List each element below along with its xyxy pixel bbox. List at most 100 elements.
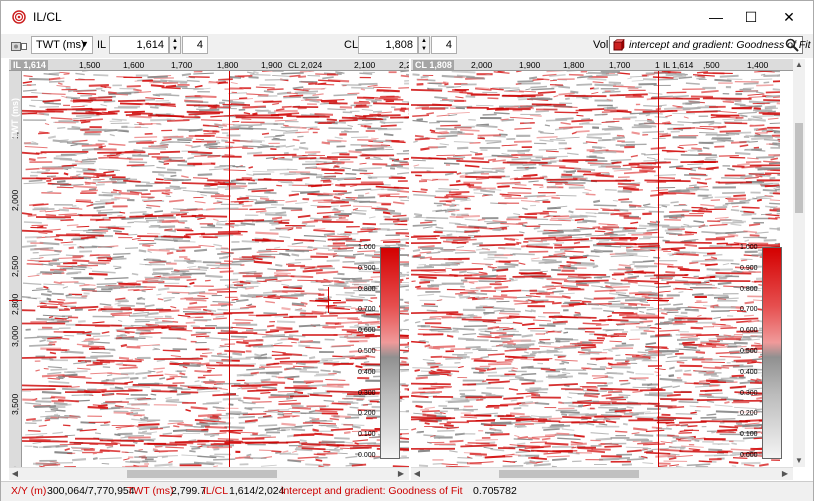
colorbar-label: 0.900 (740, 264, 758, 272)
seismic-image[interactable] (411, 71, 780, 467)
crossline-section-panel[interactable]: 2,000 1,900 1,800 1,700 1 IL 1,614 ,500 … (411, 59, 793, 467)
tick-label: 1,800 (217, 60, 239, 70)
scroll-left-icon[interactable]: ◀ (9, 468, 21, 480)
vertical-scrollbar[interactable]: ▲ ▼ (793, 59, 805, 467)
seismic-target-icon (12, 10, 26, 24)
horizontal-scrollbar-right[interactable]: ◀ ▶ (411, 467, 793, 480)
colorbar-gradient (762, 247, 782, 459)
status-xy-label: X/Y (m) (11, 485, 47, 497)
cl-spinner[interactable]: ▲ ▼ (418, 36, 430, 54)
minimize-icon: — (709, 9, 723, 25)
spin-down-icon[interactable]: ▼ (171, 45, 179, 53)
colorbar-label: 1.000 (740, 244, 758, 251)
tick-label: 2,000 (10, 189, 20, 211)
cl-step-input[interactable]: 4 (431, 36, 457, 54)
colorbar-label: 0.100 (740, 431, 758, 439)
scroll-left-icon[interactable]: ◀ (411, 468, 423, 480)
cl-step-value: 4 (445, 39, 452, 51)
maximize-icon: ☐ (744, 8, 758, 25)
il-input[interactable]: 1,614 (109, 36, 169, 54)
cursor-crosshair (647, 300, 669, 301)
tick-label: 3,500 (10, 393, 20, 415)
colorbar-gradient (380, 247, 400, 459)
tick-label: 3,000 (10, 325, 20, 347)
colorbar-label: 0.700 (740, 306, 758, 314)
il-spinner[interactable]: ▲ ▼ (169, 36, 181, 54)
colorbar-label: 0.800 (740, 285, 758, 293)
status-xy-value: 300,064/7,770,954 (47, 485, 135, 497)
colorbar-label: 0.400 (358, 368, 376, 376)
ilcl-window: IL/CL — ☐ ✕ TWT (ms) ▼ IL 1,614 ▲ ▼ 4 CL… (0, 0, 814, 501)
panel-label: IL 1,614 (11, 60, 48, 70)
scroll-right-icon[interactable]: ▶ (779, 468, 791, 480)
inline-marker (658, 71, 659, 467)
tick-label: 2,100 (354, 60, 376, 70)
vol-label: Vol (593, 39, 609, 51)
domain-select[interactable]: TWT (ms) ▼ (31, 36, 93, 54)
colorbar-label: 0.500 (358, 348, 376, 355)
scroll-up-icon[interactable]: ▲ (793, 59, 805, 71)
time-marker (9, 300, 22, 301)
tick-label: IL 1,614 (663, 60, 694, 70)
colorbar: 1.000 0.900 0.800 0.700 0.600 0.500 0.400 0.300… (740, 244, 793, 459)
top-axis: 1,500 1,600 1,700 1,800 1,900 CL 2,024 2… (9, 59, 409, 71)
crossline-marker (229, 71, 230, 467)
colorbar-label: 0.700 (358, 306, 376, 314)
scroll-down-icon[interactable]: ▼ (793, 455, 805, 467)
toolbar: TWT (ms) ▼ IL 1,614 ▲ ▼ 4 CL 1,808 ▲ ▼ 4… (1, 34, 813, 58)
tick-label: CL 2,024 (288, 60, 323, 70)
colorbar-label: 0.400 (740, 368, 758, 376)
search-icon[interactable] (785, 38, 799, 52)
tick-label: 2,000 (471, 60, 493, 70)
volume-selector[interactable]: intercept and gradient: Goodness of Fit (609, 36, 811, 54)
colorbar-label: 0.600 (358, 327, 376, 335)
tick-label: 1,900 (261, 60, 283, 70)
colorbar-label: 0.000 (740, 452, 758, 459)
horizontal-scrollbar-left[interactable]: ◀ ▶ (9, 467, 409, 480)
colorbar-label: 0.000 (358, 452, 376, 459)
il-step-input[interactable]: 4 (182, 36, 208, 54)
scroll-thumb[interactable] (795, 123, 803, 213)
colorbar-label: 0.500 (740, 348, 758, 355)
tick-label: 2,500 (10, 255, 20, 277)
scroll-thumb[interactable] (127, 470, 277, 478)
status-bar: X/Y (m) 300,064/7,770,954 TWT (ms) 2,799… (1, 481, 813, 501)
seismic-image[interactable] (22, 71, 409, 467)
colorbar-label: 0.900 (358, 264, 376, 272)
colorbar-label: 0.200 (358, 410, 376, 418)
tick-label: 2,2 (399, 60, 409, 70)
tick-label: 1,800 (563, 60, 585, 70)
spin-up-icon[interactable]: ▲ (171, 37, 179, 45)
spin-up-icon[interactable]: ▲ (420, 37, 428, 45)
il-step-value: 4 (196, 39, 203, 51)
window-title: IL/CL (33, 10, 62, 24)
cl-label: CL (344, 39, 359, 51)
inline-section-panel[interactable]: 1,500 1,600 1,700 1,800 1,900 CL 2,024 2… (9, 59, 409, 467)
colorbar-label: 0.100 (358, 431, 376, 439)
colorbar-label: 0.200 (740, 410, 758, 418)
colorbar-label: 0.300 (740, 389, 758, 397)
tick-label: 1,400 (747, 60, 769, 70)
scroll-thumb[interactable] (499, 470, 639, 478)
cl-input[interactable]: 1,808 (358, 36, 418, 54)
status-attribute-value: 0.705782 (473, 485, 517, 497)
tick-label: 1,900 (519, 60, 541, 70)
cursor-crosshair (315, 300, 341, 301)
colorbar-label: 0.800 (358, 285, 376, 293)
tick-label: 1,700 (609, 60, 631, 70)
vertical-axis-label: TWT (ms) (10, 98, 20, 139)
status-ilcl-label: IL/CL (203, 485, 229, 497)
spin-down-icon[interactable]: ▼ (420, 45, 428, 53)
close-button[interactable]: ✕ (766, 1, 812, 33)
tick-label: 1 (655, 60, 660, 70)
status-attribute-label: intercept and gradient: Goodness of Fit (281, 485, 463, 497)
tick-label: 2,800 (10, 293, 20, 315)
tick-label: 1,600 (123, 60, 145, 70)
scroll-right-icon[interactable]: ▶ (395, 468, 407, 480)
camera-icon[interactable] (11, 40, 27, 52)
colorbar-label: 0.300 (358, 389, 376, 397)
close-icon: ✕ (783, 8, 795, 25)
tick-label: 1,700 (171, 60, 193, 70)
colorbar-label: 0.600 (740, 327, 758, 335)
colorbar-label: 1.000 (358, 244, 376, 251)
